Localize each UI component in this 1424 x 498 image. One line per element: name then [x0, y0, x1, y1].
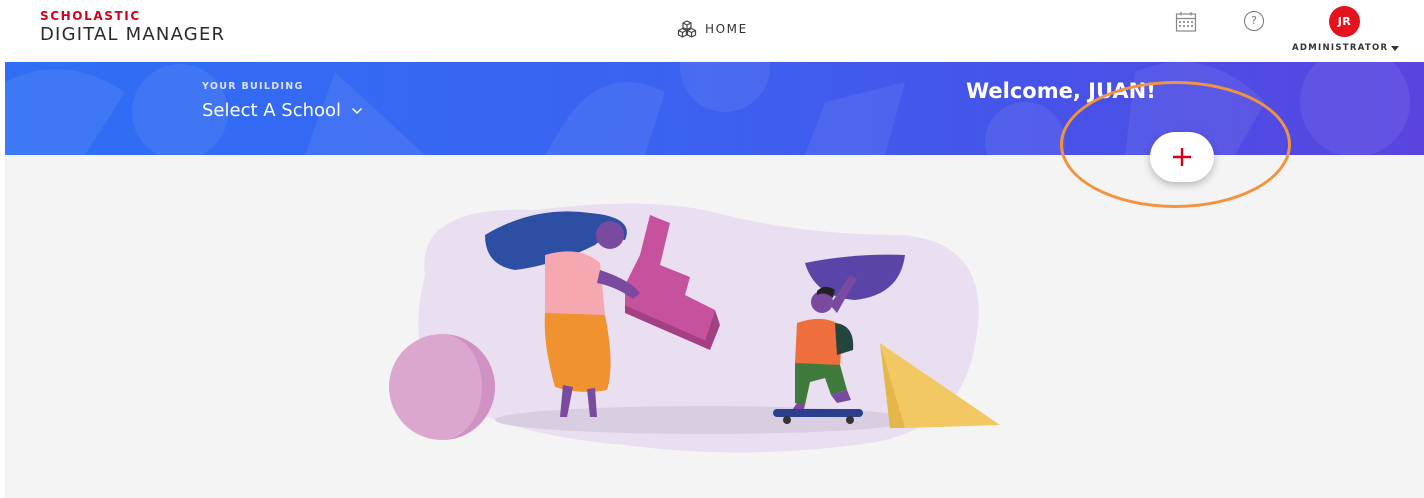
school-select-label: Select A School: [202, 100, 342, 121]
highlight-annotation: [1060, 81, 1291, 208]
calendar-icon[interactable]: [1175, 11, 1197, 33]
home-nav-link[interactable]: HOME: [677, 20, 748, 38]
building-label: YOUR BUILDING: [202, 81, 304, 92]
top-bar: SCHOLASTIC DIGITAL MANAGER HOME ? JR ADM: [0, 0, 1424, 62]
school-select-dropdown[interactable]: Select A School: [202, 100, 363, 121]
chevron-down-icon: [352, 107, 363, 114]
brand-logo[interactable]: SCHOLASTIC DIGITAL MANAGER: [40, 9, 225, 47]
avatar[interactable]: JR: [1329, 6, 1360, 37]
brand-top-text: SCHOLASTIC: [40, 9, 141, 23]
role-label: ADMINISTRATOR: [1292, 43, 1389, 53]
welcome-illustration: [389, 203, 1000, 453]
caret-down-icon: [1391, 45, 1400, 51]
role-menu[interactable]: ADMINISTRATOR: [1292, 43, 1400, 53]
help-icon[interactable]: ?: [1244, 11, 1264, 31]
cubes-icon: [677, 20, 697, 38]
home-label: HOME: [705, 22, 748, 36]
brand-bottom-text: DIGITAL MANAGER: [40, 24, 226, 45]
